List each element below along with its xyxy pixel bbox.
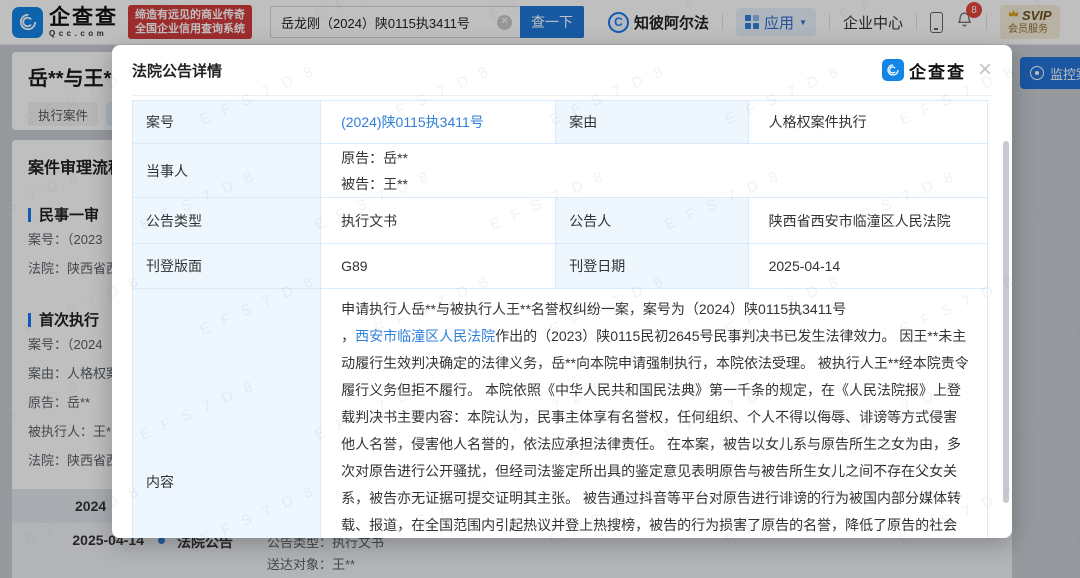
table-row: 刊登版面 G89 刊登日期 2025-04-14 xyxy=(133,244,988,289)
field-value-publish-date: 2025-04-14 xyxy=(748,244,987,289)
field-value-announcer: 陕西省西安市临潼区人民法院 xyxy=(748,198,987,244)
field-label-cause: 案由 xyxy=(556,101,748,144)
field-label-announcer: 公告人 xyxy=(556,198,748,244)
modal-scrollbar[interactable] xyxy=(1003,141,1009,503)
table-row: 案号 (2024)陕0115执3411号 案由 人格权案件执行 xyxy=(133,101,988,144)
field-value-cause: 人格权案件执行 xyxy=(748,101,987,144)
court-announcement-modal: 法院公告详情 企查查 × 案号 (2024)陕011 xyxy=(112,45,1012,538)
field-label-case-number: 案号 xyxy=(133,101,321,144)
modal-title: 法院公告详情 xyxy=(132,60,222,81)
field-value-page: G89 xyxy=(321,244,556,289)
qcc-logo-small: 企查查 xyxy=(882,58,966,83)
court-link[interactable]: 西安市临潼区人民法院 xyxy=(355,328,495,344)
close-icon[interactable]: × xyxy=(978,58,992,82)
qcc-logo-icon xyxy=(882,59,904,81)
table-row: 当事人 原告：岳** 被告：王** xyxy=(133,144,988,198)
table-row: 公告类型 执行文书 公告人 陕西省西安市临潼区人民法院 xyxy=(133,198,988,244)
field-label-content: 内容 xyxy=(133,289,321,539)
screen: 企查查 Qcc.com 缔造有远见的商业传奇 全国企业信用查询系统 ✕ 查一下 … xyxy=(0,0,1080,578)
field-label-parties: 当事人 xyxy=(133,144,321,198)
divider xyxy=(132,95,992,96)
field-label-announcement-type: 公告类型 xyxy=(133,198,321,244)
field-label-publish-date: 刊登日期 xyxy=(556,244,748,289)
announcement-detail-table: 案号 (2024)陕0115执3411号 案由 人格权案件执行 当事人 原告：岳… xyxy=(132,100,988,538)
field-label-page: 刊登版面 xyxy=(133,244,321,289)
table-row: 内容 申请执行人岳**与被执行人王**名誉权纠纷一案，案号为（2024）陕011… xyxy=(133,289,988,539)
field-value-announcement-type: 执行文书 xyxy=(321,198,556,244)
case-number-link[interactable]: (2024)陕0115执3411号 xyxy=(341,114,484,130)
modal-header: 法院公告详情 企查查 × xyxy=(112,45,1012,95)
announcement-content: 申请执行人岳**与被执行人王**名誉权纠纷一案，案号为（2024）陕0115执3… xyxy=(321,289,988,539)
field-value-parties: 原告：岳** 被告：王** xyxy=(321,144,988,198)
